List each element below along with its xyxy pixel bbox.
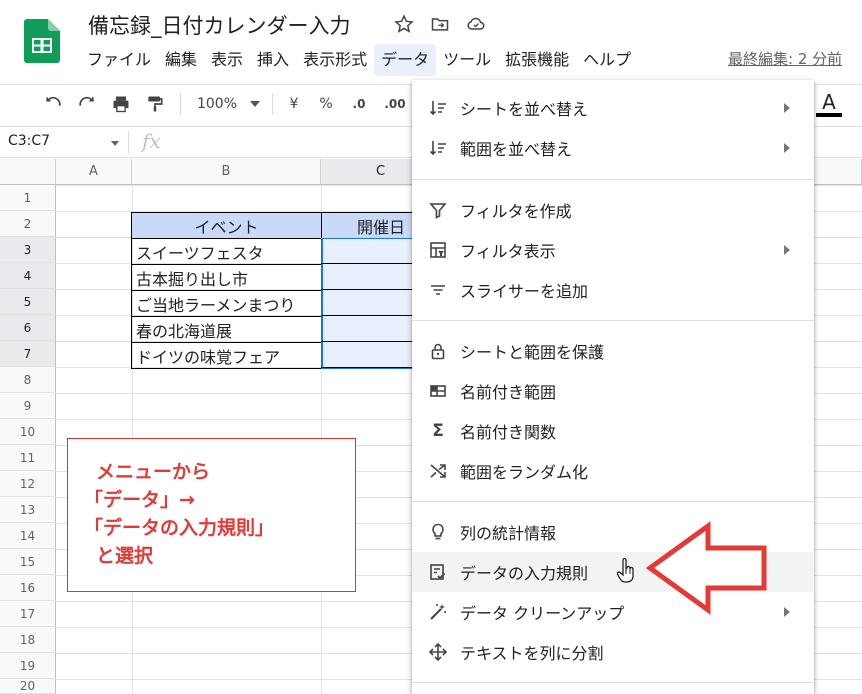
column-header-b[interactable]: B (132, 159, 321, 185)
filter-icon (428, 200, 448, 220)
event-cell[interactable]: 春の北海道展 (131, 316, 322, 343)
row-header-2[interactable]: 2 (0, 211, 56, 237)
row-header-4[interactable]: 4 (0, 263, 56, 289)
name-box-dropdown-icon[interactable] (111, 141, 119, 146)
row-header-13[interactable]: 13 (0, 497, 56, 523)
event-cell[interactable]: ご当地ラーメンまつり (131, 290, 322, 317)
fx-icon: fx (142, 129, 161, 153)
menu-data[interactable]: データ (374, 44, 437, 76)
zoom-dropdown-icon[interactable] (248, 91, 262, 117)
last-edit-link[interactable]: 最終編集: 2 分前 (728, 48, 842, 69)
paint-format-icon[interactable] (142, 91, 168, 117)
row-header-12[interactable]: 12 (0, 471, 56, 497)
zoom-select[interactable]: 100% (192, 91, 242, 117)
currency-format-button[interactable]: ¥ (284, 91, 304, 117)
row-header-15[interactable]: 15 (0, 549, 56, 575)
move-folder-icon[interactable] (428, 12, 452, 36)
row-header-1[interactable]: 1 (0, 185, 56, 211)
callout-line: と選択 (96, 545, 154, 567)
row-header-7[interactable]: 7 (0, 341, 56, 367)
event-cell[interactable]: 古本掘り出し市 (131, 264, 322, 291)
row-header-5[interactable]: 5 (0, 289, 56, 315)
row-header-9[interactable]: 9 (0, 393, 56, 419)
pointer-arrow-icon (644, 520, 772, 622)
callout-line: 「データの入力規則」 (84, 517, 275, 539)
menu-item-split-text[interactable]: テキストを列に分割 (412, 632, 814, 672)
event-cell[interactable]: スイーツフェスタ (131, 238, 322, 265)
submenu-arrow-icon (784, 245, 790, 255)
sort-icon (428, 138, 448, 158)
shuffle-icon (428, 461, 448, 481)
instruction-callout: メニューから 「データ」→ 「データの入力規則」 と選択 (67, 438, 356, 592)
select-all-corner[interactable] (0, 159, 56, 185)
event-cell[interactable]: ドイツの味覚フェア (131, 342, 322, 369)
row-header-6[interactable]: 6 (0, 315, 56, 341)
menu-item-named-functions[interactable]: Σ 名前付き関数 (412, 411, 814, 451)
lightbulb-icon (428, 522, 448, 542)
menu-item-create-filter[interactable]: フィルタを作成 (412, 190, 814, 230)
menu-bar: ファイル 編集 表示 挿入 表示形式 データ ツール 拡張機能 ヘルプ (80, 44, 638, 76)
sigma-icon: Σ (432, 421, 444, 441)
menu-insert[interactable]: 挿入 (250, 44, 296, 76)
menu-edit[interactable]: 編集 (158, 44, 204, 76)
filter-view-icon (428, 240, 448, 260)
row-header-10[interactable]: 10 (0, 419, 56, 445)
menu-item-protect[interactable]: シートと範囲を保護 (412, 331, 814, 371)
menu-item-named-ranges[interactable]: 名前付き範囲 (412, 371, 814, 411)
row-header-20[interactable]: 20 (0, 679, 56, 694)
menu-item-add-slicer[interactable]: スライサーを追加 (412, 270, 814, 310)
star-icon[interactable] (392, 12, 416, 36)
slicer-icon (428, 280, 448, 300)
percent-format-button[interactable]: % (316, 91, 336, 117)
row-header-17[interactable]: 17 (0, 601, 56, 627)
submenu-arrow-icon (784, 607, 790, 617)
redo-icon[interactable] (74, 91, 100, 117)
magic-wand-icon (428, 602, 448, 622)
split-icon (428, 642, 448, 662)
lock-icon (428, 341, 448, 361)
name-box[interactable]: C3:C7 (8, 133, 50, 149)
increase-decimal-button[interactable]: .00 (380, 91, 410, 117)
submenu-arrow-icon (784, 103, 790, 113)
row-header-19[interactable]: 19 (0, 653, 56, 679)
column-header-a[interactable]: A (56, 159, 132, 185)
hand-cursor-icon (616, 557, 636, 588)
row-header-14[interactable]: 14 (0, 523, 56, 549)
menu-file[interactable]: ファイル (80, 44, 158, 76)
menu-extensions[interactable]: 拡張機能 (498, 44, 576, 76)
print-icon[interactable] (108, 91, 134, 117)
menu-item-sort-range[interactable]: 範囲を並べ替え (412, 128, 814, 168)
menu-item-randomize-range[interactable]: 範囲をランダム化 (412, 451, 814, 491)
table-header-event[interactable]: イベント (131, 212, 322, 239)
document-title[interactable]: 備忘録_日付カレンダー入力 (88, 10, 351, 40)
named-range-icon (428, 381, 448, 401)
data-validation-icon (428, 562, 448, 582)
row-header-11[interactable]: 11 (0, 445, 56, 471)
decrease-decimal-button[interactable]: .0 (346, 91, 372, 117)
submenu-arrow-icon (784, 143, 790, 153)
text-color-button[interactable]: A (816, 90, 842, 117)
menu-view[interactable]: 表示 (204, 44, 250, 76)
row-header-8[interactable]: 8 (0, 367, 56, 393)
menu-item-sort-sheet[interactable]: シートを並べ替え (412, 88, 814, 128)
menu-item-filter-views[interactable]: フィルタ表示 (412, 230, 814, 270)
menu-format[interactable]: 表示形式 (296, 44, 374, 76)
row-header-18[interactable]: 18 (0, 627, 56, 653)
menu-tools[interactable]: ツール (436, 44, 498, 76)
sort-icon (428, 98, 448, 118)
sheets-logo-icon[interactable] (24, 19, 60, 63)
menu-help[interactable]: ヘルプ (576, 44, 638, 76)
callout-line: 「データ」→ (84, 489, 195, 511)
cloud-status-icon[interactable] (464, 12, 488, 36)
row-header-16[interactable]: 16 (0, 575, 56, 601)
row-header-3[interactable]: 3 (0, 237, 56, 263)
undo-icon[interactable] (40, 91, 66, 117)
callout-line: メニューから (96, 461, 211, 483)
